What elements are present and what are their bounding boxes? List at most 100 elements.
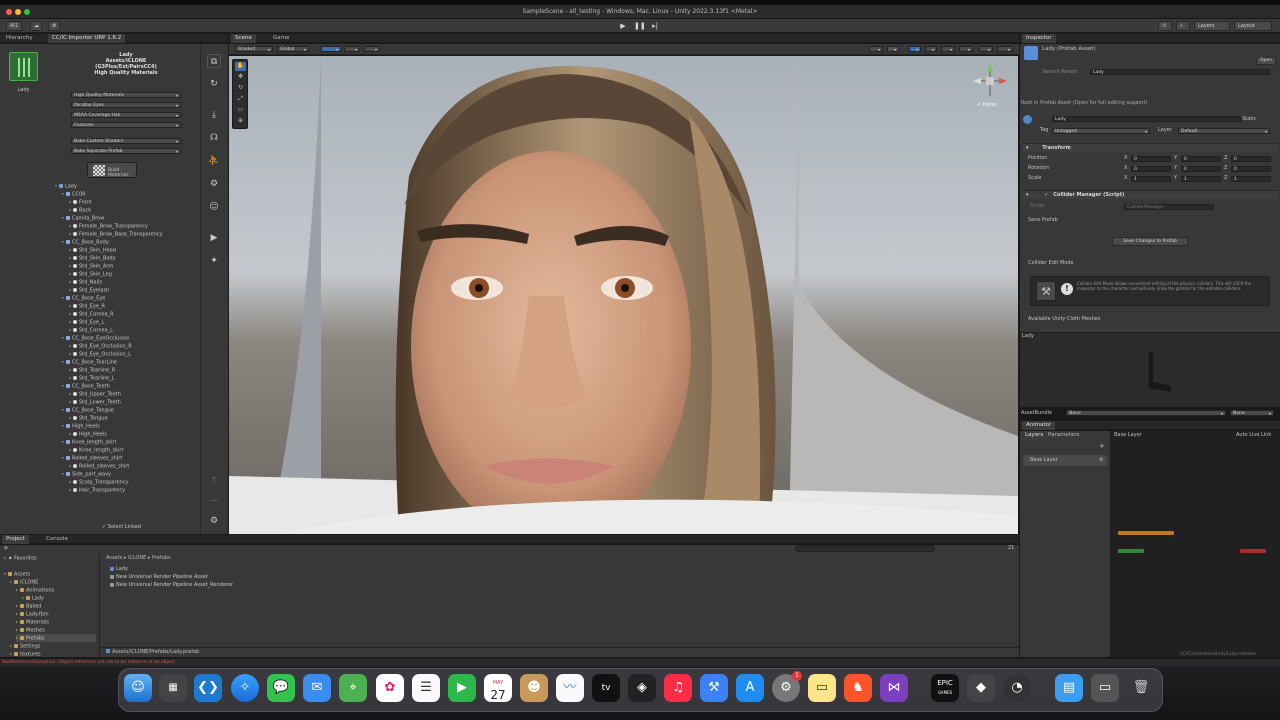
history-icon[interactable]: ↺: [1158, 21, 1172, 31]
layout-dropdown[interactable]: Layout: [1234, 21, 1272, 31]
recent-window-icon[interactable]: ▭: [1091, 674, 1119, 702]
settings-gear-icon[interactable]: ⚙: [207, 514, 221, 528]
shading-dropdown[interactable]: Shaded: [235, 46, 273, 52]
tab-hierarchy[interactable]: Hierarchy: [2, 34, 37, 43]
rect-tool-icon[interactable]: ▭: [235, 106, 246, 115]
refresh-icon[interactable]: ↻: [207, 77, 221, 91]
folder-item[interactable]: ▸ Baked: [16, 602, 41, 610]
exit-state-node[interactable]: [1240, 549, 1266, 553]
services-icon[interactable]: ⚙: [48, 21, 60, 31]
unity-icon[interactable]: ◆: [967, 674, 995, 702]
collider-manager-header[interactable]: ▾ ✓ Collider Manager (Script): [1022, 190, 1278, 199]
physics-icon[interactable]: ⚙: [207, 177, 221, 191]
freeform-icon[interactable]: 〰: [556, 674, 584, 702]
expand-icon[interactable]: —: [207, 494, 221, 508]
material-item[interactable]: ▸ Std_Lower_Teeth: [69, 398, 121, 406]
launchpad-icon[interactable]: ▦: [159, 674, 187, 702]
material-item[interactable]: ▸ Female_Brow_Base_Transparency: [69, 230, 163, 238]
finder-icon[interactable]: ☺: [124, 674, 152, 702]
material-item[interactable]: ▸ Std_Tearline_L: [69, 374, 115, 382]
material-item[interactable]: ▸ Std_Skin_Leg: [69, 270, 112, 278]
folder-item[interactable]: ▸ Lady.fbm: [16, 610, 49, 618]
wrench-icon[interactable]: ⚒: [1036, 281, 1056, 301]
gizmo-mode-dropdown[interactable]: Global: [277, 46, 309, 52]
tab-animator[interactable]: Animator: [1022, 421, 1056, 430]
material-item[interactable]: ▸ Std_Tearline_R: [69, 366, 115, 374]
material-item[interactable]: ▸ Knee_length_skirt: [69, 446, 123, 454]
photos-icon[interactable]: ✿: [376, 674, 404, 702]
material-item[interactable]: ▸ Std_Upper_Teeth: [69, 390, 121, 398]
appletv-icon[interactable]: tv: [592, 674, 620, 702]
folder-item[interactable]: ▸ Animations: [16, 586, 54, 594]
pose-icon[interactable]: ✦: [207, 254, 221, 268]
folder-item[interactable]: ▸ textures: [10, 650, 41, 658]
file-item[interactable]: New Universal Render Pipeline Asset: [110, 573, 208, 581]
build-icon[interactable]: ⧉: [207, 54, 221, 68]
favorites-item[interactable]: ▸ ★ Favorites: [4, 554, 37, 562]
material-item[interactable]: ▸ Scalp_Transparency: [69, 478, 128, 486]
transform-tool-icon[interactable]: ⊕: [235, 117, 246, 126]
mesh-group[interactable]: ▾ CC_Base_Eye: [62, 294, 105, 302]
play-anim-icon[interactable]: ▶: [207, 231, 221, 245]
grid-view-icon[interactable]: [364, 46, 380, 52]
snap-increment-icon[interactable]: [344, 46, 360, 52]
material-item[interactable]: ▸ Std_Skin_Head: [69, 246, 116, 254]
asset-bundle-dropdown[interactable]: None: [1066, 410, 1226, 416]
project-search-input[interactable]: [795, 545, 935, 552]
add-layer-icon[interactable]: +: [1099, 443, 1105, 450]
collapse-icon[interactable]: ↑: [207, 474, 221, 488]
breadcrumb-iclone[interactable]: iCLONE: [128, 555, 146, 561]
tab-game[interactable]: Game: [269, 34, 293, 43]
material-item[interactable]: ▸ Std_Cornea_L: [69, 326, 113, 334]
music-icon[interactable]: ♫: [664, 674, 692, 702]
scale-tool-icon[interactable]: ⤢: [235, 95, 246, 104]
tab-scene[interactable]: Scene: [231, 34, 256, 43]
hand-tool-icon[interactable]: ✋: [235, 62, 246, 71]
transform-header[interactable]: ▾ Transform: [1022, 143, 1278, 152]
mesh-group[interactable]: ▾ Camila_Brow: [62, 214, 104, 222]
system-settings-icon[interactable]: ⚙ 1: [772, 671, 802, 702]
mesh-group[interactable]: ▾ Rolled_sleeves_shirt: [62, 454, 122, 462]
unity-hub-icon[interactable]: ◈: [628, 674, 656, 702]
rotation-x-field[interactable]: 0: [1131, 166, 1171, 172]
base-layer-breadcrumb[interactable]: Base Layer: [1114, 432, 1142, 439]
layer-settings-icon[interactable]: ⚙: [1099, 457, 1103, 464]
asset-variant-dropdown[interactable]: None: [1230, 410, 1274, 416]
script-field[interactable]: ColliderManager: [1124, 204, 1214, 210]
create-asset-icon[interactable]: +: [3, 545, 9, 552]
rotate-tool-icon[interactable]: ↻: [235, 84, 246, 93]
base-layer-item[interactable]: Base Layer ⚙: [1023, 455, 1107, 466]
app-store-icon[interactable]: A: [736, 674, 764, 702]
mesh-group[interactable]: ▾ CC_Base_Teeth: [62, 382, 110, 390]
material-item[interactable]: ▸ Std_Skin_Body: [69, 254, 116, 262]
file-item[interactable]: New Universal Render Pipeline Asset_Rend…: [110, 581, 233, 589]
reminders-icon[interactable]: ☰: [412, 674, 440, 702]
position-y-field[interactable]: 0: [1181, 156, 1221, 162]
scale-y-field[interactable]: 1: [1181, 176, 1221, 182]
hair-icon[interactable]: ☊: [207, 131, 221, 145]
cloud-icon[interactable]: ☁: [30, 21, 42, 31]
auto-live-link-toggle[interactable]: Auto Live Link: [1236, 432, 1271, 439]
material-item[interactable]: ▸ Std_Nails: [69, 278, 102, 286]
material-item[interactable]: ▸ Std_Tongue: [69, 414, 108, 422]
assets-root[interactable]: ▾ Assets: [4, 570, 30, 578]
play-button[interactable]: ▶: [618, 21, 628, 31]
mesh-group[interactable]: ▾ High_Heels: [62, 422, 100, 430]
position-z-field[interactable]: 0: [1231, 156, 1271, 162]
scale-x-field[interactable]: 1: [1131, 176, 1171, 182]
audio-toggle-icon[interactable]: [925, 46, 937, 52]
component-toggle[interactable]: ✓: [1044, 192, 1048, 198]
avatar[interactable]: [9, 52, 38, 81]
mesh-group[interactable]: ▾ CC_Base_Body: [62, 238, 109, 246]
object-name-field[interactable]: Lady: [1052, 116, 1242, 122]
gizmos-icon[interactable]: [997, 46, 1013, 52]
camera-settings-icon[interactable]: [979, 46, 993, 52]
parameters-tab[interactable]: Parameters: [1044, 431, 1083, 440]
view-options-icon[interactable]: [869, 46, 883, 52]
folder-item[interactable]: ▸ iCLONE: [10, 578, 38, 586]
material-item[interactable]: ▸ Std_Eye_Occlusion_R: [69, 342, 132, 350]
pause-button[interactable]: ❚❚: [634, 21, 646, 31]
material-item[interactable]: ▸ Std_Eye_L: [69, 318, 104, 326]
tag-dropdown[interactable]: Untagged: [1052, 128, 1150, 134]
mesh-group[interactable]: ▾ Side_part_wavy: [62, 470, 111, 478]
